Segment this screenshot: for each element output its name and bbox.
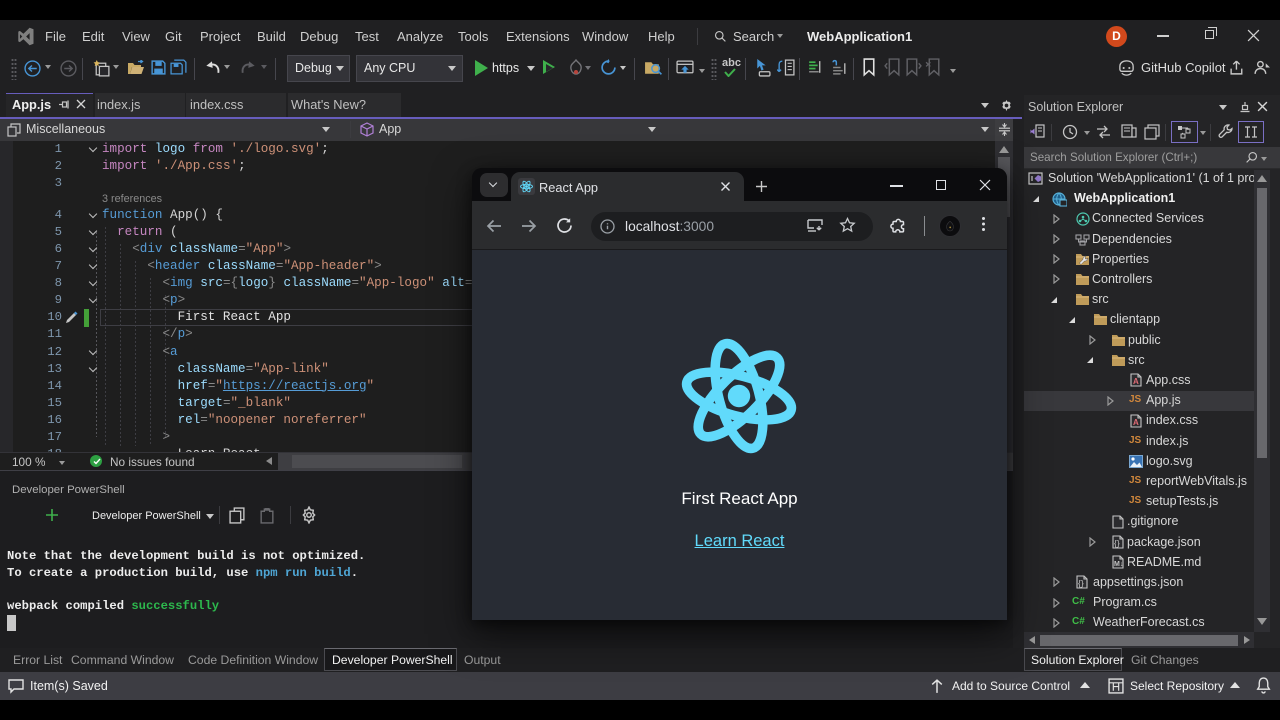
svg-text:{}: {}: [1114, 538, 1120, 548]
svg-text:{}: {}: [1078, 578, 1084, 588]
svg-text:A: A: [1133, 418, 1139, 427]
svg-text:A: A: [1133, 377, 1139, 386]
svg-text:M↓: M↓: [1114, 561, 1123, 568]
